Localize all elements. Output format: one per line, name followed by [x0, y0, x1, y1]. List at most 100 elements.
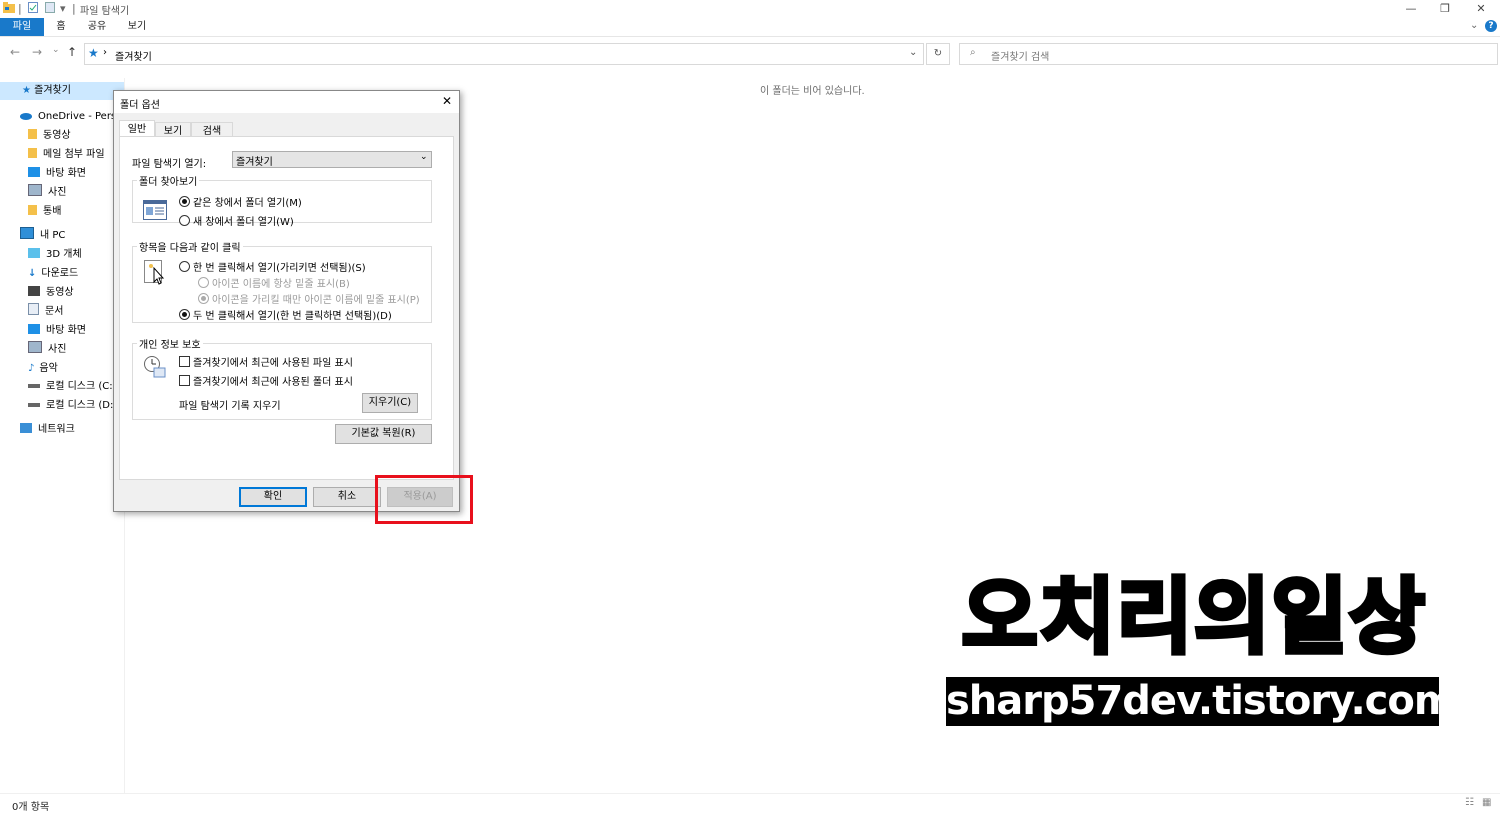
forward-icon[interactable]: → [32, 45, 42, 59]
new-window-radio[interactable]: 새 창에서 폴더 열기(W) [179, 213, 294, 228]
pc-icon [20, 227, 34, 239]
nav-item-videos-pc[interactable]: 동영상 [28, 284, 74, 302]
expand-ribbon-icon[interactable]: ⌄ [1470, 20, 1478, 31]
privacy-clock-icon [143, 355, 167, 382]
nav-item-network[interactable]: 네트워크 [20, 421, 75, 439]
tab-home[interactable]: 홈 [50, 18, 72, 36]
nav-item-downloads[interactable]: ↓ 다운로드 [28, 265, 78, 283]
customize-qa-icon[interactable]: ▾ [60, 2, 66, 15]
large-icons-view-icon[interactable]: ▦ [1482, 797, 1491, 808]
checkbox-box [179, 356, 190, 367]
star-icon: ★ [88, 46, 99, 60]
properties-icon[interactable] [28, 2, 38, 16]
window-title: 파일 탐색기 [80, 6, 130, 17]
double-click-radio[interactable]: 두 번 클릭해서 열기(한 번 클릭하면 선택됨)(D) [179, 307, 392, 322]
clear-history-button[interactable]: 지우기(C) [362, 393, 418, 413]
nav-item-tongbae[interactable]: 통배 [28, 203, 61, 221]
address-path[interactable]: 즐겨찾기 [115, 48, 152, 63]
nav-label: 사진 [48, 187, 67, 198]
dialog-close-button[interactable]: ✕ [442, 94, 452, 108]
checkbox-label: 즐겨찾기에서 최근에 사용된 폴더 표시 [193, 377, 353, 388]
tab-share[interactable]: 공유 [82, 18, 112, 36]
document-icon [28, 303, 39, 315]
radio-label: 같은 창에서 폴더 열기(M) [193, 198, 302, 209]
nav-item-mail-attachments[interactable]: 메일 첨부 파일 [28, 146, 105, 164]
nav-item-this-pc[interactable]: 내 PC [20, 227, 65, 245]
underline-always-radio[interactable]: 아이콘 이름에 항상 밑줄 표시(B) [198, 275, 350, 290]
search-box[interactable]: ⌕ 즐겨찾기 검색 [959, 43, 1498, 65]
nav-label: 바탕 화면 [46, 325, 86, 336]
clear-history-label: 파일 탐색기 기록 지우기 [179, 401, 281, 412]
nav-item-music[interactable]: ♪ 음악 [28, 360, 58, 378]
watermark-url: sharp57dev.tistory.com [946, 677, 1456, 726]
maximize-button[interactable]: ❐ [1430, 1, 1460, 17]
same-window-radio[interactable]: 같은 창에서 폴더 열기(M) [179, 194, 302, 209]
tab-view[interactable]: 보기 [122, 18, 152, 36]
star-icon: ★ [22, 85, 31, 96]
search-placeholder: 즐겨찾기 검색 [991, 52, 1050, 63]
empty-folder-message: 이 폴더는 비어 있습니다. [760, 86, 865, 97]
radio-label: 아이콘을 가리킬 때만 아이콘 이름에 밑줄 표시(P) [212, 295, 420, 306]
nav-label: 로컬 디스크 (C:) [46, 381, 117, 392]
recent-locations-icon[interactable]: ⌄ [52, 45, 60, 55]
radio-dot [179, 309, 190, 320]
nav-item-videos[interactable]: 동영상 [28, 127, 71, 145]
address-bar[interactable]: ★ › 즐겨찾기 ⌄ [84, 43, 924, 65]
folder-icon [28, 148, 37, 158]
search-icon: ⌕ [970, 47, 976, 58]
dialog-title: 폴더 옵션 [120, 100, 160, 111]
item-count: 0개 항목 [12, 802, 50, 813]
radio-dot [179, 215, 190, 226]
dialog-title-bar: 폴더 옵션 ✕ [114, 91, 459, 113]
open-explorer-value: 즐겨찾기 [236, 157, 273, 168]
browse-folders-legend: 폴더 찾아보기 [139, 177, 198, 188]
single-click-radio[interactable]: 한 번 클릭해서 열기(가리키면 선택됨)(S) [179, 259, 366, 274]
nav-item-pictures-pc[interactable]: 사진 [28, 341, 66, 359]
nav-item-drive-d[interactable]: 로컬 디스크 (D:) [28, 397, 117, 415]
address-dropdown-icon[interactable]: ⌄ [909, 47, 917, 58]
new-folder-icon[interactable] [45, 2, 55, 16]
nav-label: 네트워크 [38, 424, 75, 435]
privacy-group: 개인 정보 보호 즐겨찾기에서 최근에 사용된 파일 표시 즐겨찾기에서 최근에… [132, 336, 432, 420]
drive-icon [28, 403, 40, 407]
cancel-button[interactable]: 취소 [313, 487, 381, 507]
nav-label: 문서 [45, 306, 64, 317]
watermark-title: 오치리의일상 [960, 568, 1428, 668]
nav-item-documents[interactable]: 문서 [28, 303, 63, 321]
drive-icon [28, 384, 40, 388]
checkbox-box [179, 375, 190, 386]
nav-item-favorites[interactable]: ★ 즐겨찾기 [0, 82, 124, 100]
music-icon: ♪ [28, 363, 35, 374]
tab-file[interactable]: 파일 [0, 18, 44, 36]
refresh-button[interactable]: ↻ [926, 43, 950, 65]
minimize-button[interactable]: — [1396, 1, 1426, 17]
details-view-icon[interactable]: ☷ [1465, 797, 1474, 808]
nav-item-pictures[interactable]: 사진 [28, 184, 66, 202]
up-icon[interactable]: ↑ [67, 45, 77, 59]
underline-hover-radio[interactable]: 아이콘을 가리킬 때만 아이콘 이름에 밑줄 표시(P) [198, 291, 420, 306]
close-window-button[interactable]: ✕ [1466, 1, 1496, 17]
folder-icon [28, 205, 37, 215]
download-icon: ↓ [28, 268, 37, 279]
ok-button[interactable]: 확인 [239, 487, 307, 507]
checkbox-label: 즐겨찾기에서 최근에 사용된 파일 표시 [193, 358, 353, 369]
nav-item-3d-objects[interactable]: 3D 개체 [28, 246, 82, 264]
nav-item-drive-c[interactable]: 로컬 디스크 (C:) [28, 378, 117, 396]
recent-files-checkbox[interactable]: 즐겨찾기에서 최근에 사용된 파일 표시 [179, 354, 353, 369]
navigation-pane: ★ 즐겨찾기 OneDrive - Person 동영상 메일 첨부 파일 바탕… [0, 78, 129, 793]
pictures-icon [28, 341, 42, 353]
back-icon[interactable]: ← [10, 45, 20, 59]
folder-icon [28, 129, 37, 139]
navigation-bar: ← → ⌄ ↑ ★ › 즐겨찾기 ⌄ ↻ ⌕ 즐겨찾기 검색 [0, 40, 1500, 66]
click-items-group: 항목을 다음과 같이 클릭 한 번 클릭해서 열기(가리키면 선택됨)(S) 아… [132, 239, 432, 323]
cloud-icon [20, 109, 32, 120]
nav-item-desktop[interactable]: 바탕 화면 [28, 165, 86, 183]
recent-folders-checkbox[interactable]: 즐겨찾기에서 최근에 사용된 폴더 표시 [179, 373, 353, 388]
restore-defaults-button[interactable]: 기본값 복원(R) [335, 424, 432, 444]
nav-item-desktop-pc[interactable]: 바탕 화면 [28, 322, 86, 340]
help-icon[interactable]: ? [1485, 20, 1497, 32]
open-explorer-select[interactable]: 즐겨찾기 ⌄ [232, 151, 432, 168]
video-icon [28, 286, 40, 296]
network-icon [20, 423, 32, 433]
apply-highlight-box [375, 475, 473, 524]
